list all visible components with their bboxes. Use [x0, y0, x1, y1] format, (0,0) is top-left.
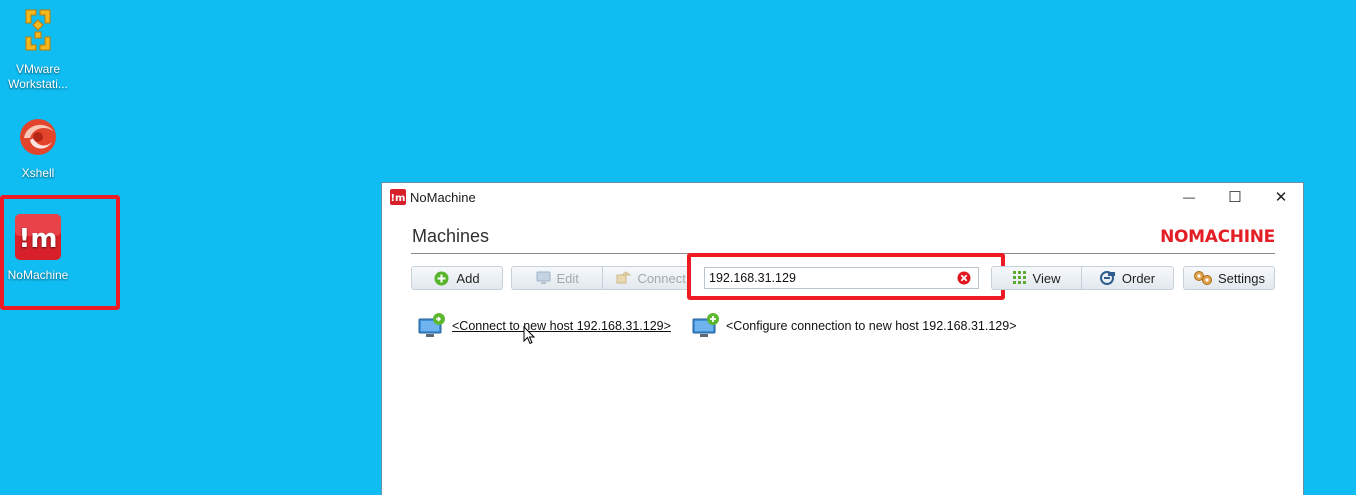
configure-new-host-item[interactable]: <Configure connection to new host 192.16…: [692, 313, 1017, 339]
edit-connect-group: Edit Connect: [511, 266, 689, 290]
title-bar[interactable]: !m NoMachine — ☐ ✕: [382, 183, 1303, 211]
desktop-icon-xshell[interactable]: Xshell: [0, 114, 76, 181]
vmware-icon: [0, 4, 76, 60]
settings-label: Settings: [1218, 270, 1265, 286]
machines-header: Machines NOMACHINE: [411, 223, 1275, 254]
minimize-button[interactable]: —: [1166, 183, 1212, 211]
desktop-icon-vmware[interactable]: VMware Workstati...: [0, 4, 76, 92]
svg-text:!m: !m: [391, 193, 406, 204]
connect-label: Connect: [637, 270, 686, 286]
connect-icon: [616, 271, 632, 285]
maximize-button[interactable]: ☐: [1212, 183, 1258, 211]
nomachine-logo: NOMACHINE: [1160, 227, 1275, 247]
configure-new-host-icon: [692, 313, 724, 339]
add-button[interactable]: Add: [411, 266, 503, 290]
desktop-icon-label: Xshell: [21, 166, 55, 180]
maximize-icon: ☐: [1228, 189, 1242, 206]
edit-button[interactable]: Edit: [512, 267, 602, 289]
gears-icon: [1193, 270, 1213, 286]
view-label: View: [1032, 270, 1061, 286]
edit-label: Edit: [556, 270, 579, 286]
search-highlight: [687, 253, 1005, 300]
window-title: NoMachine: [410, 190, 476, 205]
nomachine-window: !m NoMachine — ☐ ✕ Machines NOMACHINE Ad…: [381, 182, 1304, 495]
settings-button[interactable]: Settings: [1183, 266, 1275, 290]
order-button[interactable]: Order: [1081, 267, 1173, 289]
view-order-group: View Order: [991, 266, 1174, 290]
connect-new-host-item[interactable]: <Connect to new host 192.168.31.129>: [418, 313, 671, 339]
grid-view-icon: [1012, 271, 1027, 285]
nomachine-icon-highlight: [0, 195, 120, 310]
nomachine-app-icon: !m: [390, 189, 406, 210]
order-label: Order: [1121, 270, 1156, 286]
connect-new-host-link[interactable]: <Connect to new host 192.168.31.129>: [452, 319, 671, 333]
add-label: Add: [456, 270, 480, 286]
xshell-icon: [0, 114, 76, 164]
close-button[interactable]: ✕: [1258, 183, 1304, 211]
view-button[interactable]: View: [992, 267, 1081, 289]
connect-new-host-icon: [418, 313, 450, 339]
minimize-icon: —: [1183, 190, 1195, 204]
close-icon: ✕: [1274, 189, 1288, 206]
configure-new-host-label: <Configure connection to new host 192.16…: [726, 319, 1017, 333]
connect-button[interactable]: Connect: [602, 267, 688, 289]
desktop-icon-label: VMware Workstati...: [8, 62, 68, 91]
page-title: Machines: [412, 226, 490, 246]
monitor-icon: [536, 271, 551, 285]
mouse-cursor-icon: [523, 325, 536, 350]
add-icon: [434, 271, 449, 286]
order-icon: [1099, 270, 1116, 286]
